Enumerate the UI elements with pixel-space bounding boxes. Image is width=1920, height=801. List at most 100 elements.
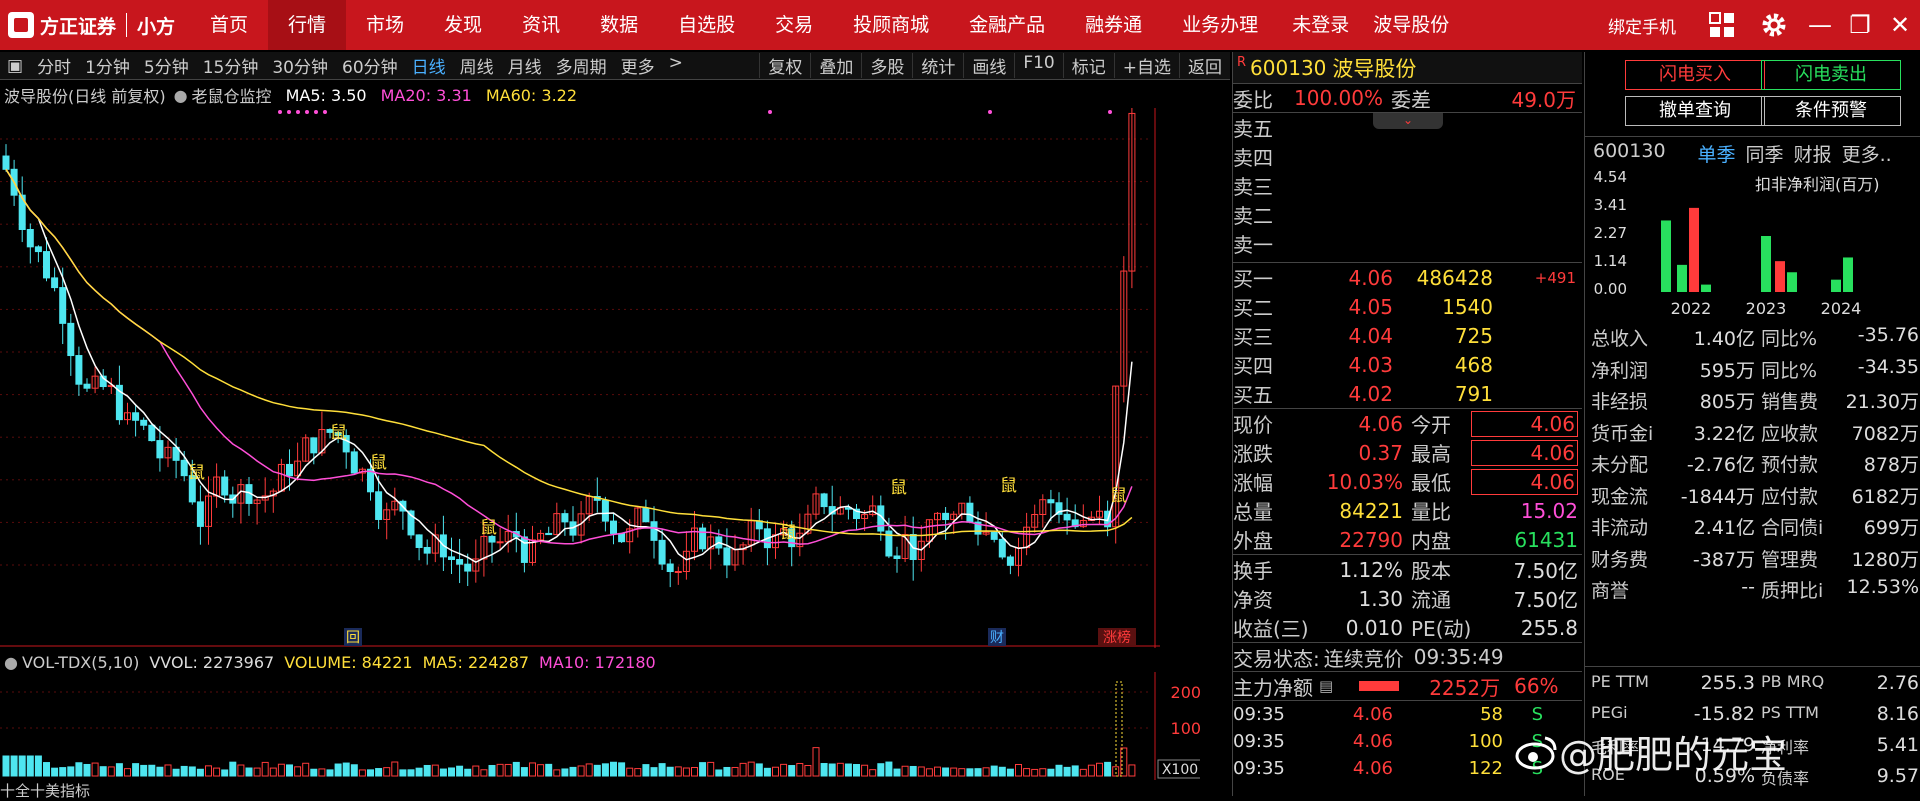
menu-item-1[interactable]: 行情	[268, 0, 347, 50]
flash-sell-button[interactable]: 闪电卖出	[1761, 60, 1901, 90]
sell-level-label: 卖二	[1233, 204, 1273, 228]
indicator-name[interactable]: 老鼠仓监控	[192, 83, 272, 107]
tool-button-7[interactable]: +自选	[1113, 53, 1179, 78]
volume-bar	[925, 768, 933, 777]
collapse-chevron-icon[interactable]: ⌄	[1373, 113, 1443, 129]
profit-bar	[1661, 220, 1671, 292]
stat-value: 7.50亿	[1513, 559, 1578, 583]
grid-icon[interactable]	[1708, 11, 1736, 39]
volume-bar	[723, 766, 731, 777]
menu-item-11[interactable]: 业务办理	[1162, 0, 1278, 50]
buy-row[interactable]: 买一 4.06 486428 +491	[1233, 263, 1582, 292]
period-tab-0[interactable]: 分时	[30, 53, 78, 78]
period-tab-1[interactable]: 1分钟	[78, 53, 137, 78]
period-tab-5[interactable]: 60分钟	[335, 53, 405, 78]
volume-bar	[245, 767, 253, 777]
buy-row[interactable]: 买五 4.02 791	[1233, 379, 1582, 408]
tool-button-2[interactable]: 多股	[861, 53, 912, 78]
toolbar-square-icon[interactable]: ▣	[0, 56, 30, 76]
stock-name-top[interactable]: 波导股份	[1363, 0, 1459, 50]
menu-item-7[interactable]: 交易	[755, 0, 833, 50]
volume-bar	[512, 761, 520, 777]
condition-alert-button[interactable]: 条件预警	[1761, 96, 1901, 126]
indicator-dot-icon[interactable]: ●	[174, 86, 188, 105]
volume-chart[interactable]: 20000 10000 X100	[0, 672, 1200, 780]
tab-report[interactable]: 财报	[1794, 140, 1832, 167]
tool-button-3[interactable]: 统计	[912, 53, 963, 78]
fin-value: 3.22亿	[1693, 422, 1755, 445]
buy-volume: 1540	[1442, 294, 1493, 319]
stat-value: 4.06	[1471, 410, 1578, 437]
vol-dot-icon[interactable]: ●	[4, 653, 18, 672]
candle-body	[699, 527, 707, 550]
tool-button-5[interactable]: F10	[1014, 53, 1062, 78]
buy-volume: 791	[1454, 381, 1493, 406]
login-link[interactable]: 未登录	[1278, 0, 1363, 50]
buy-row[interactable]: 买四 4.03 468	[1233, 350, 1582, 379]
tool-button-6[interactable]: 标记	[1062, 53, 1114, 78]
volume-bar	[901, 765, 909, 777]
cancel-query-button[interactable]: 撤单查询	[1625, 96, 1765, 126]
event-marker[interactable]: 财	[990, 630, 1004, 646]
period-tab-3[interactable]: 15分钟	[196, 53, 266, 78]
fin-cell: 财务费 -387万	[1591, 545, 1755, 576]
close-icon[interactable]: ✕	[1880, 11, 1920, 39]
volume-bar	[439, 768, 447, 777]
menu-item-0[interactable]: 首页	[190, 0, 268, 50]
sell-level-label: 卖一	[1233, 233, 1273, 257]
gear-icon[interactable]	[1760, 11, 1788, 39]
kline-chart[interactable]: 4.003.903.803.703.603.503.403.303.203.10…	[0, 108, 1160, 648]
menu-item-6[interactable]: 自选股	[658, 0, 755, 50]
period-tab-6[interactable]: 日线	[405, 53, 453, 78]
period-tab-7[interactable]: 周线	[453, 53, 501, 78]
tool-button-0[interactable]: 复权	[759, 53, 810, 78]
bind-phone-link[interactable]: 绑定手机	[1608, 13, 1676, 38]
flow-list-icon[interactable]: ▤	[1319, 677, 1333, 695]
menu-item-10[interactable]: 融券通	[1065, 0, 1162, 50]
mouse-mark: 鼠	[480, 518, 497, 538]
bottom-indicator-label[interactable]: 十全十美指标	[0, 780, 90, 801]
menu-item-2[interactable]: 市场	[346, 0, 424, 50]
tab-same-quarter[interactable]: 同季	[1746, 140, 1784, 167]
vol-title[interactable]: VOL-TDX(5,10)	[22, 653, 139, 672]
event-marker[interactable]: 回	[346, 630, 360, 646]
menu-item-3[interactable]: 发现	[424, 0, 502, 50]
buy-row[interactable]: 买三 4.04 725	[1233, 321, 1582, 350]
period-tab-10[interactable]: 更多	[614, 53, 662, 78]
period-tab-2[interactable]: 5分钟	[137, 53, 196, 78]
broker-logo[interactable]: 方正证券 小方	[0, 0, 190, 50]
more-chevron-icon[interactable]: >	[662, 53, 690, 78]
tab-more[interactable]: 更多..	[1842, 140, 1892, 167]
period-tab-4[interactable]: 30分钟	[265, 53, 335, 78]
restore-icon[interactable]: ❐	[1840, 11, 1880, 39]
candle-body	[666, 563, 674, 573]
fin-cell: 非经损 805万	[1591, 387, 1755, 418]
top-right: 绑定手机 — ❐ ✕	[1608, 0, 1920, 50]
tool-button-4[interactable]: 画线	[963, 53, 1014, 78]
event-marker[interactable]: 涨榜	[1103, 629, 1131, 646]
candle-body	[83, 383, 91, 389]
fin-key: 商誉	[1591, 580, 1630, 602]
menu-item-5[interactable]: 数据	[580, 0, 658, 50]
sell-orders: ⌄ 卖五 卖四 卖三 卖二 卖一	[1233, 113, 1582, 263]
period-tab-8[interactable]: 月线	[501, 53, 549, 78]
fin-value: 7082万	[1851, 422, 1919, 445]
menu-item-9[interactable]: 金融产品	[949, 0, 1065, 50]
menu-item-4[interactable]: 资讯	[502, 0, 580, 50]
volume-bar	[261, 761, 269, 777]
fin-row: 现金流 -1844万 应付款 6182万	[1591, 482, 1919, 513]
volume-bar	[998, 766, 1006, 777]
volume-bar	[529, 762, 536, 777]
minimize-icon[interactable]: —	[1800, 11, 1840, 39]
flash-buy-button[interactable]: 闪电买入	[1625, 60, 1765, 90]
tab-quarter[interactable]: 单季	[1698, 140, 1736, 167]
menu-item-8[interactable]: 投顾商城	[833, 0, 949, 50]
tool-button-8[interactable]: 返回	[1179, 53, 1230, 78]
candle-body	[310, 437, 318, 454]
tool-button-1[interactable]: 叠加	[810, 53, 861, 78]
tick-volume: 58	[1480, 704, 1503, 725]
period-tab-9[interactable]: 多周期	[549, 53, 614, 78]
ratio-cell: PE TTM 255.3	[1591, 672, 1755, 703]
buy-row[interactable]: 买二 4.05 1540	[1233, 292, 1582, 321]
fin-value: 6182万	[1851, 485, 1919, 508]
